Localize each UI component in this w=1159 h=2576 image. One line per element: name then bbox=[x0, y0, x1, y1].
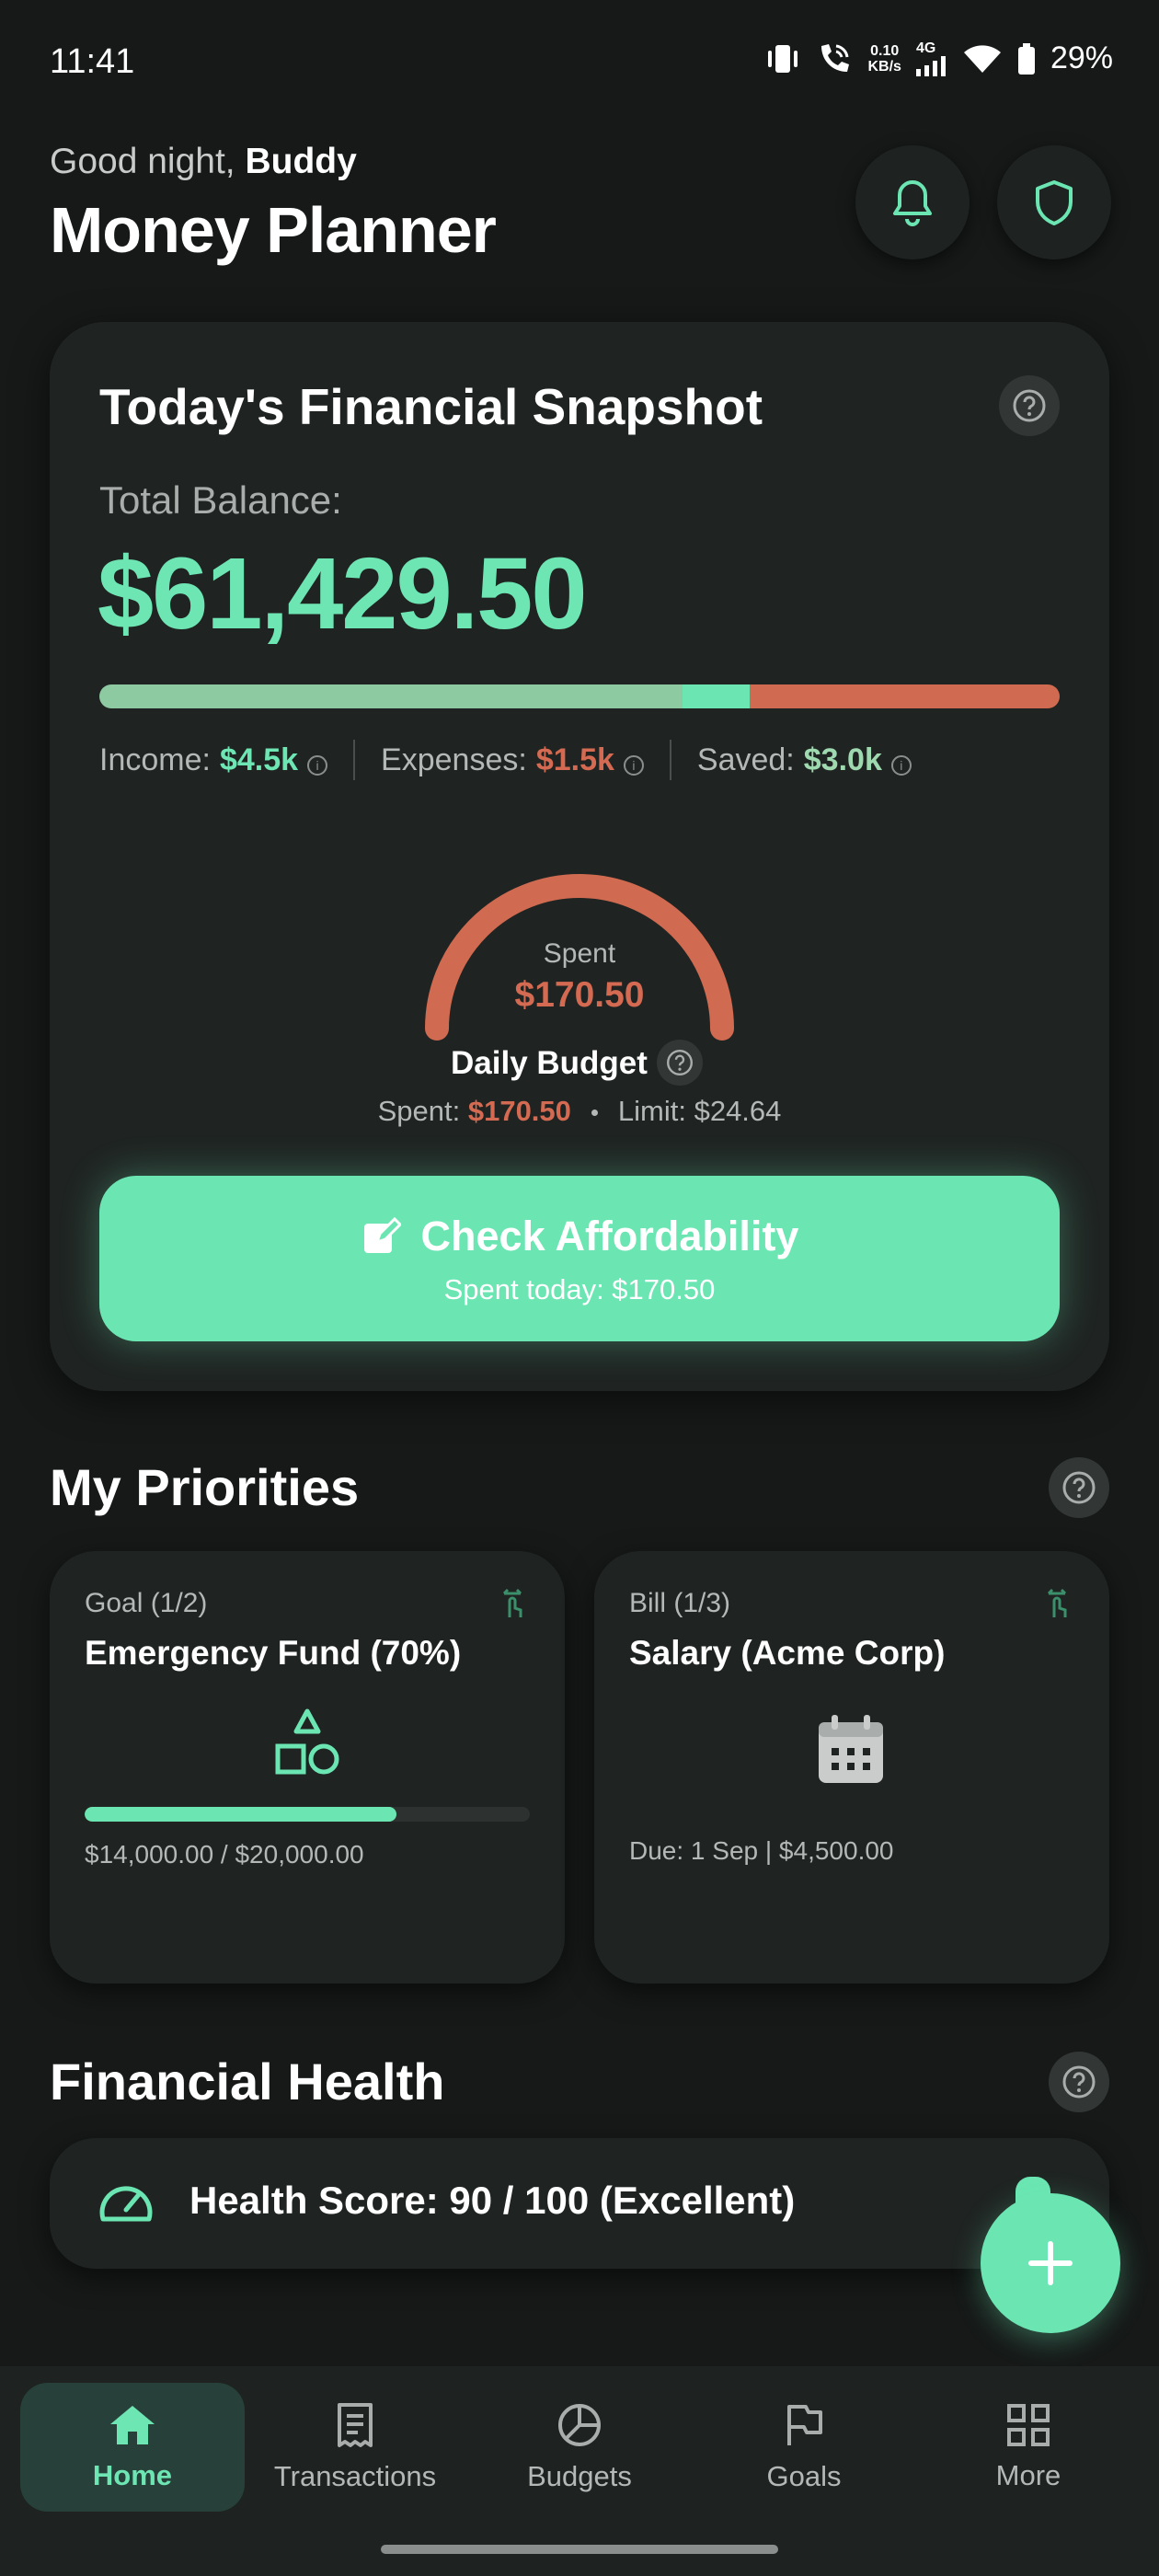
nav-transactions[interactable]: Transactions bbox=[243, 2383, 467, 2512]
goal-progress-fill bbox=[85, 1807, 396, 1822]
battery-percent: 29% bbox=[1050, 40, 1113, 75]
nav-budgets[interactable]: Budgets bbox=[467, 2383, 692, 2512]
stat-income[interactable]: Income: $4.5k i bbox=[99, 742, 328, 778]
priorities-title: My Priorities bbox=[50, 1458, 360, 1516]
goal-name: Emergency Fund (70%) bbox=[85, 1634, 462, 1672]
goal-kicker: Goal (1/2) bbox=[85, 1588, 208, 1618]
status-icons: 0.10 KB/s 4G 29% bbox=[764, 40, 1113, 76]
flag-icon bbox=[787, 2405, 822, 2445]
daily-budget-label: Daily Budget bbox=[451, 1045, 648, 1081]
info-icon: i bbox=[890, 754, 912, 776]
greeting: Good night, Buddy bbox=[50, 142, 357, 181]
nav-goals[interactable]: Goals bbox=[692, 2383, 916, 2512]
balance-value: $61,429.50 bbox=[98, 537, 588, 650]
bar-expenses-segment bbox=[749, 684, 1060, 708]
security-button[interactable] bbox=[997, 145, 1111, 259]
bill-due: Due: 1 Sep | $4,500.00 bbox=[629, 1836, 894, 1865]
bell-icon bbox=[893, 180, 932, 226]
plus-icon bbox=[1028, 2241, 1073, 2285]
goal-progress-bar bbox=[85, 1807, 530, 1822]
daily-budget-summary: Spent: $170.50 Limit: $24.64 bbox=[377, 1095, 782, 1127]
limit-text: Limit: $24.64 bbox=[617, 1095, 782, 1127]
swipe-hint-icon bbox=[1047, 1588, 1067, 1617]
balance-breakdown-bar bbox=[99, 684, 1060, 708]
battery-icon bbox=[1017, 42, 1035, 75]
stat-saved[interactable]: Saved: $3.0k i bbox=[697, 742, 912, 778]
status-time: 11:41 bbox=[50, 42, 135, 81]
stat-divider bbox=[669, 740, 671, 780]
help-icon bbox=[1062, 1471, 1096, 1504]
health-score-text: Health Score: 90 / 100 (Excellent) bbox=[189, 2179, 796, 2222]
balance-stats: Income: $4.5k i Expenses: $1.5k i Saved: $3.0… bbox=[99, 740, 1074, 780]
stat-divider bbox=[353, 740, 356, 780]
app-title: Money Planner bbox=[50, 194, 497, 266]
wifi-icon bbox=[963, 44, 1001, 73]
help-icon bbox=[1013, 389, 1046, 422]
wifi-call-icon bbox=[821, 43, 850, 72]
info-icon: i bbox=[623, 754, 644, 776]
edit-icon bbox=[363, 1216, 401, 1253]
calendar-icon bbox=[819, 1715, 883, 1783]
swipe-hint-icon bbox=[502, 1588, 522, 1617]
nav-home[interactable]: Home bbox=[20, 2383, 245, 2512]
help-icon bbox=[1062, 2065, 1096, 2099]
speedometer-icon bbox=[99, 2186, 153, 2222]
afford-button-label: Check Affordability bbox=[99, 1213, 1060, 1260]
bill-kicker: Bill (1/3) bbox=[629, 1588, 731, 1618]
pie-chart-icon bbox=[558, 2404, 601, 2446]
bar-income-segment bbox=[99, 684, 683, 708]
bar-saved-segment bbox=[682, 684, 750, 708]
net-speed: 0.10 KB/s bbox=[867, 42, 901, 75]
priorities-help-button[interactable] bbox=[1049, 1457, 1109, 1518]
gauge-label: Spent bbox=[543, 938, 616, 969]
notifications-button[interactable] bbox=[855, 145, 970, 259]
balance-label: Total Balance: bbox=[99, 478, 342, 522]
financial-health-help-button[interactable] bbox=[1049, 2052, 1109, 2112]
financial-health-title: Financial Health bbox=[50, 2053, 445, 2110]
gauge-value: $170.50 bbox=[514, 975, 645, 1015]
goal-amounts: $14,000.00 / $20,000.00 bbox=[85, 1840, 364, 1869]
help-icon bbox=[667, 1050, 693, 1075]
info-icon: i bbox=[307, 754, 328, 776]
grid-icon bbox=[1007, 2404, 1050, 2446]
spent-value: $170.50 bbox=[467, 1095, 571, 1127]
nav-more[interactable]: More bbox=[916, 2383, 1141, 2512]
cell-signal-icon: 4G bbox=[915, 40, 947, 76]
vibrate-icon bbox=[768, 44, 798, 73]
receipt-icon bbox=[338, 2403, 373, 2447]
add-button[interactable] bbox=[981, 2193, 1120, 2333]
snapshot-title: Today's Financial Snapshot bbox=[99, 378, 763, 435]
shapes-icon bbox=[275, 1708, 339, 1775]
home-icon bbox=[110, 2406, 155, 2444]
stat-expenses[interactable]: Expenses: $1.5k i bbox=[381, 742, 644, 778]
daily-budget-help-button[interactable] bbox=[657, 1040, 703, 1086]
afford-button-subtitle: Spent today: $170.50 bbox=[443, 1273, 716, 1305]
gesture-home-indicator[interactable] bbox=[381, 2545, 778, 2554]
user-name: Buddy bbox=[245, 142, 357, 181]
bill-name: Salary (Acme Corp) bbox=[629, 1634, 946, 1672]
shield-icon bbox=[1036, 180, 1073, 225]
snapshot-help-button[interactable] bbox=[999, 375, 1060, 436]
